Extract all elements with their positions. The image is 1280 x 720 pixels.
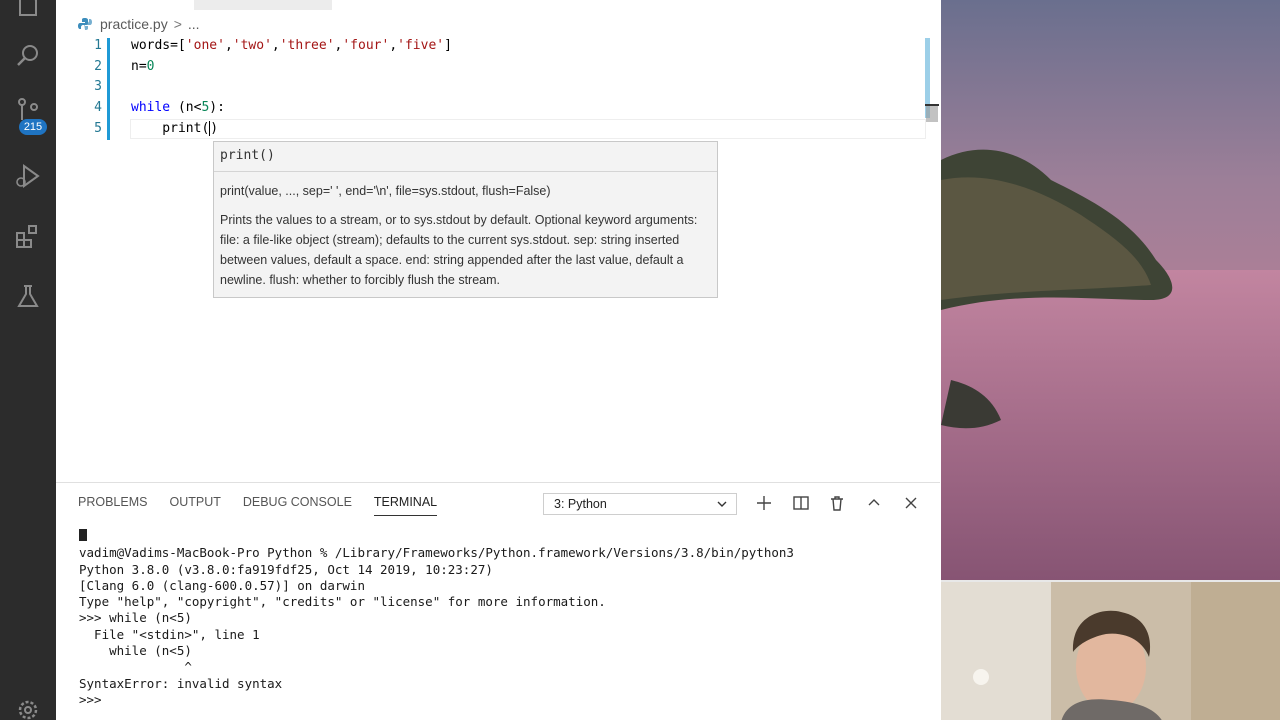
breadcrumb-separator: >: [173, 16, 182, 32]
maximize-panel-button[interactable]: [864, 493, 884, 513]
signature-help-doc: Prints the values to a stream, or to sys…: [220, 213, 698, 287]
breadcrumb[interactable]: practice.py > ...: [78, 14, 200, 34]
split-icon: [793, 496, 809, 510]
tab-terminal[interactable]: TERMINAL: [373, 495, 438, 516]
terminal-line: ^: [79, 659, 192, 675]
terminal-line: File "<stdin>", line 1: [79, 626, 260, 642]
line-number: 5: [94, 121, 102, 136]
files-icon[interactable]: [14, 0, 42, 20]
new-terminal-button[interactable]: [754, 493, 774, 513]
terminal-line: while (n<5): [79, 643, 192, 659]
panel-tabs: PROBLEMS OUTPUT DEBUG CONSOLE TERMINAL: [78, 495, 438, 516]
chevron-down-icon: [716, 494, 728, 520]
signature-help-title: print(): [214, 142, 717, 172]
scrollbar-thumb[interactable]: [926, 106, 938, 122]
testing-flask-icon[interactable]: [14, 282, 42, 310]
terminal-line: >>>: [79, 691, 110, 707]
terminal-line: >>> while (n<5): [79, 610, 192, 626]
webcam-image: [941, 582, 1280, 720]
editor-tab-strip: [194, 0, 332, 10]
line-number: 1: [94, 38, 102, 53]
code-line[interactable]: 3: [56, 77, 940, 97]
terminal-output[interactable]: vadim@Vadims-MacBook-Pro Python % /Libra…: [79, 529, 929, 708]
plus-icon: [757, 496, 771, 510]
signature-help-signature: print(value, ..., sep=' ', end='\n', fil…: [220, 184, 551, 198]
trash-icon: [831, 496, 843, 511]
gear-icon[interactable]: [14, 694, 42, 720]
split-terminal-button[interactable]: [791, 493, 811, 513]
code-line[interactable]: 4 while (n<5):: [56, 98, 940, 118]
activity-bar: 215: [0, 0, 56, 720]
terminal-select[interactable]: 3: Python: [543, 493, 737, 515]
code-line[interactable]: 5 print(): [56, 119, 940, 139]
webcam-overlay: [941, 580, 1280, 720]
extensions-icon[interactable]: [14, 222, 42, 250]
terminal-line: [Clang 6.0 (clang-600.0.57)] on darwin: [79, 577, 365, 593]
run-debug-icon[interactable]: [14, 162, 42, 190]
tab-debug-console[interactable]: DEBUG CONSOLE: [243, 495, 352, 516]
chevron-up-icon: [868, 499, 880, 506]
search-icon[interactable]: [14, 42, 42, 70]
code-line[interactable]: 2 n=0: [56, 57, 940, 77]
line-number: 2: [94, 59, 102, 74]
code-line[interactable]: 1 words=['one','two','three','four','fiv…: [56, 36, 940, 56]
terminal-select-value: 3: Python: [554, 497, 607, 511]
line-number: 4: [94, 100, 102, 115]
terminal-line: Type "help", "copyright", "credits" or "…: [79, 594, 606, 610]
kill-terminal-button[interactable]: [827, 493, 847, 513]
tab-output[interactable]: OUTPUT: [169, 495, 220, 516]
tab-problems[interactable]: PROBLEMS: [78, 495, 147, 516]
scm-badge: 215: [19, 119, 47, 135]
terminal-line: Python 3.8.0 (v3.8.0:fa919fdf25, Oct 14 …: [79, 561, 493, 577]
close-icon: [905, 497, 917, 509]
terminal-line: SyntaxError: invalid syntax: [79, 675, 283, 691]
breadcrumb-symbols[interactable]: ...: [188, 16, 200, 32]
terminal-prompt-marker: [79, 529, 87, 541]
breadcrumb-file[interactable]: practice.py: [100, 16, 168, 32]
editor-area: practice.py > ... 1 words=['one','two','…: [56, 0, 940, 482]
signature-help-widget: print() print(value, ..., sep=' ', end='…: [213, 141, 718, 298]
python-file-icon: [78, 18, 92, 30]
bottom-panel: PROBLEMS OUTPUT DEBUG CONSOLE TERMINAL 3…: [56, 482, 940, 720]
line-number: 3: [94, 79, 102, 94]
close-panel-button[interactable]: [901, 493, 921, 513]
terminal-line: vadim@Vadims-MacBook-Pro Python % /Libra…: [79, 545, 794, 561]
